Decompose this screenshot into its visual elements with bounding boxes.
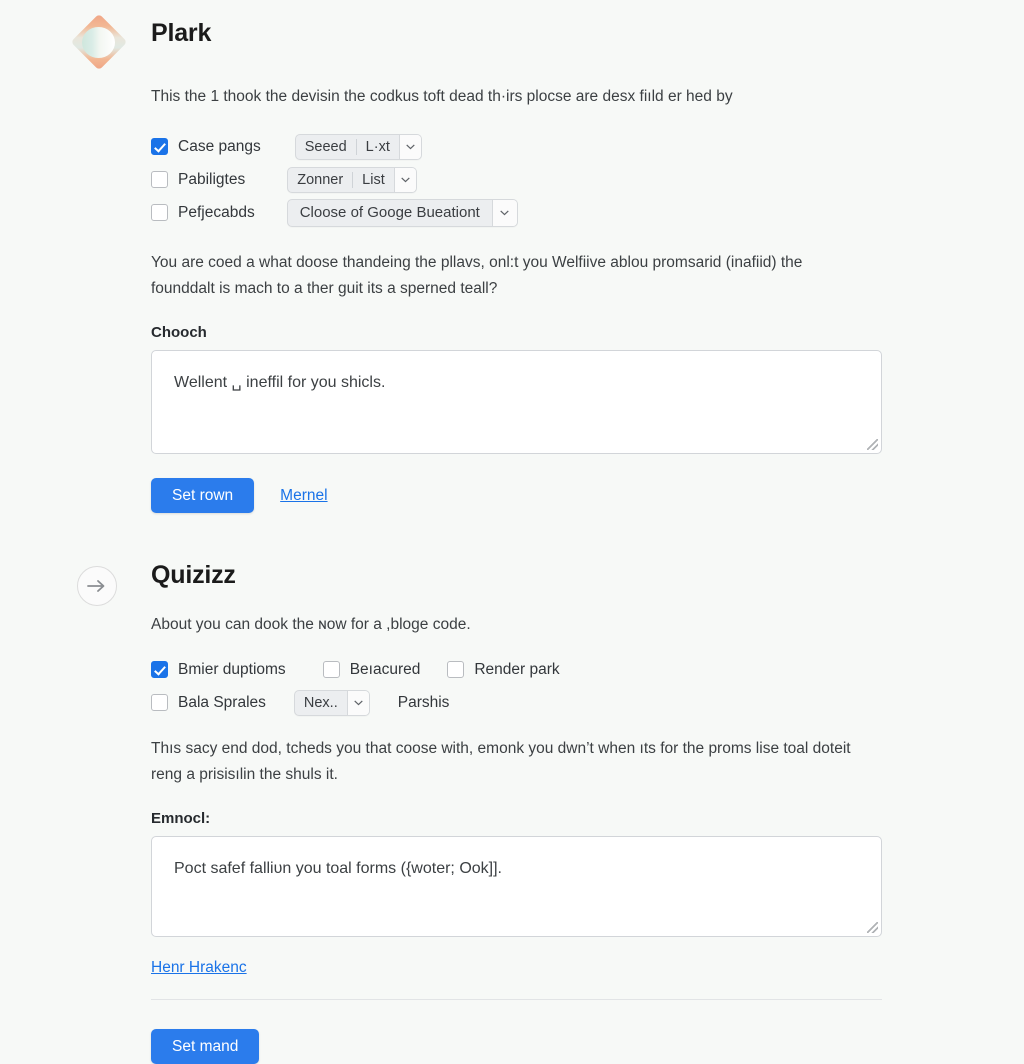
checkbox-bmier-duptioms[interactable]	[151, 661, 168, 678]
section-plark: Plark This the 1 thook the devisin the c…	[0, 0, 1024, 513]
set-rown-button[interactable]: Set rown	[151, 478, 255, 513]
mernel-link[interactable]: Mernel	[280, 487, 327, 505]
checkbox-label-bala-sprales: Bala Sprales	[178, 693, 266, 711]
option-row-quizizz-2: Bala Sprales Nex.. Parshis	[151, 687, 884, 718]
plark-actions: Set rown Mernel	[151, 478, 884, 513]
quizizz-footer-link-wrap: Henr Hrakenс	[151, 959, 884, 977]
checkbox-bala-sprales[interactable]	[151, 694, 168, 711]
checkbox-case-pangs[interactable]	[151, 138, 168, 155]
checkbox-beiacured[interactable]	[322, 661, 340, 678]
chooch-field-label: Chooch	[151, 324, 207, 341]
quizizz-icon-wrapper	[73, 560, 125, 612]
plark-logo-wrapper	[70, 13, 128, 71]
split-dropdown-right-lxt[interactable]: L·xt	[357, 135, 399, 159]
emnocl-textarea-value: Poct safef falliᴜn you toal forms ({wote…	[174, 860, 502, 877]
split-dropdown-left-zonner[interactable]: Zonner	[288, 168, 352, 192]
page-title: Plark	[151, 19, 212, 47]
quizizz-actions: Set mand	[151, 1029, 884, 1064]
checkbox-render-park[interactable]	[447, 661, 465, 678]
dropdown-value-google-bueationt[interactable]: Cloose of Googe Bueationt	[288, 200, 492, 226]
checkbox-label-pefjecabds: Pefjecabds	[178, 203, 255, 221]
logo-disc-shape	[82, 27, 115, 58]
checkbox-label-render-park: Render park	[474, 660, 560, 678]
chooch-textarea[interactable]: Wellent ␣ ineffil for you shicls.	[151, 350, 882, 454]
set-mand-button[interactable]: Set mand	[151, 1029, 260, 1064]
trailing-label-parshis: Parshis	[397, 693, 450, 711]
quizizz-title: Quizizz	[151, 561, 236, 589]
quizizz-options-list: Bmier duptioms Bеıacured Render park Bal…	[151, 654, 884, 718]
chevron-down-icon[interactable]	[491, 199, 517, 226]
dropdown-google-bueationt[interactable]: Cloose of Googe Bueationt	[286, 198, 518, 227]
emnocl-textarea[interactable]: Poct safef falliᴜn you toal forms ({wote…	[151, 836, 882, 937]
checkbox-pefjecabds[interactable]	[151, 204, 168, 221]
checkbox-label-pabiligtes: Pabiligtes	[178, 170, 246, 188]
option-row-pefjecabds: Pefjecabds Cloose of Googe Bueationt	[151, 197, 884, 228]
henr-hrakenc-link[interactable]: Henr Hrakenс	[151, 959, 247, 976]
split-dropdown-left-seeed[interactable]: Seeed	[296, 135, 356, 159]
chevron-down-icon[interactable]	[346, 690, 369, 715]
option-row-case-pangs: Case pangs Seeed L·xt	[151, 131, 884, 162]
resize-grip-icon[interactable]	[867, 439, 878, 450]
split-dropdown-seeed[interactable]: Seeed L·xt	[294, 133, 422, 160]
quizizz-intro-text: About you can dook the ɴow for a ,bloge …	[151, 616, 471, 633]
plark-options-list: Case pangs Seeed L·xt Pabiligtes Zonner …	[151, 131, 884, 228]
option-row-pabiligtes: Pabiligtes Zonner List	[151, 164, 884, 195]
footer-divider	[151, 999, 882, 1000]
checkbox-pabiligtes[interactable]	[151, 171, 168, 188]
chooch-textarea-value: Wellent ␣ ineffil for you shicls.	[174, 374, 386, 391]
chevron-down-icon[interactable]	[398, 134, 421, 159]
plark-body-text: You are coed a what doose thandeing the …	[151, 254, 803, 297]
chevron-down-icon[interactable]	[393, 167, 416, 192]
checkbox-label-case-pangs: Case pangs	[178, 137, 261, 155]
section-quizizz: Quizizz About you can dook the ɴow for a…	[0, 560, 1024, 1064]
checkbox-label-beiacured: Bеıacured	[349, 660, 421, 678]
emnocl-field-label: Emnocl:	[151, 810, 211, 827]
checkbox-label-bmier-duptioms: Bmier duptioms	[178, 660, 286, 678]
arrow-right-circle-icon[interactable]	[77, 566, 117, 606]
dropdown-nex[interactable]: Nex..	[293, 689, 370, 716]
plark-intro-text: This the 1 thook the devisin the codkus …	[151, 88, 733, 105]
split-dropdown-zonner[interactable]: Zonner List	[287, 166, 417, 193]
page-root: Plark This the 1 thook the devisin the c…	[0, 0, 1024, 1064]
plark-logo-icon	[70, 13, 128, 71]
option-row-quizizz-1: Bmier duptioms Bеıacured Render park	[151, 654, 884, 685]
resize-grip-icon[interactable]	[867, 922, 878, 933]
split-dropdown-right-list[interactable]: List	[353, 168, 394, 192]
dropdown-value-nex[interactable]: Nex..	[295, 691, 347, 715]
quizizz-body-text: Thıs sacy end dod, tcheds you that coose…	[151, 740, 851, 783]
